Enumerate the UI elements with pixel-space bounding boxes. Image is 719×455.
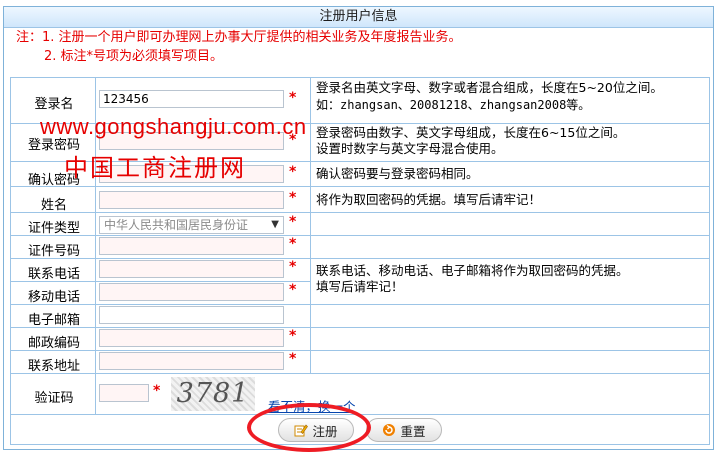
name-label: 姓名 [40,198,67,213]
required-mark: * [289,214,297,230]
required-mark: * [289,328,297,344]
contact-hint-2: 填写后请牢记！ [316,279,404,294]
phone-label: 联系电话 [27,267,80,282]
captcha-refresh-link[interactable]: 看不清，换一个 [268,396,356,415]
id-number-label: 证件号码 [27,244,80,259]
postcode-input[interactable] [99,329,284,347]
edit-icon [294,424,309,437]
required-mark: * [153,383,161,399]
password-hint-1: 登录密码由数字、英文字母组成，长度在6~15位之间。 [316,125,626,140]
address-input[interactable] [99,352,284,370]
password-hint-2: 设置时数字与英文字母混合使用。 [316,141,504,156]
reset-button[interactable]: 重置 [366,418,442,442]
required-mark: * [289,351,297,367]
notice-line-2: 2. 标注*号项为必须填写项目。 [44,49,224,64]
required-mark: * [289,259,297,275]
required-mark: * [289,164,297,180]
phone-input[interactable] [99,260,284,278]
watermark-name: 中国工商注册网 [64,154,246,182]
contact-hint-1: 联系电话、移动电话、电子邮箱将作为取回密码的凭据。 [316,263,629,278]
watermark-url: www.gongshangju.com.cn [40,114,307,139]
mobile-input[interactable] [99,283,284,301]
address-label: 联系地址 [27,359,80,374]
id-number-input[interactable] [99,237,284,255]
id-type-selected: 中华人民共和国居民身份证 [104,218,249,232]
confirm-password-hint: 确认密码要与登录密码相同。 [316,166,479,181]
required-mark: * [289,190,297,206]
reset-button-label: 重置 [400,423,426,439]
email-label: 电子邮箱 [27,313,80,328]
notice-line-1: 注：1. 注册一个用户即可办理网上办事大厅提供的相关业务及年度报告业务。 [16,30,462,45]
captcha-input[interactable] [99,384,149,402]
email-input[interactable] [99,306,284,324]
postcode-label: 邮政编码 [27,336,80,351]
reset-icon [383,424,396,436]
register-button[interactable]: 注册 [278,418,354,442]
required-mark: * [289,282,297,298]
login-name-label: 登录名 [34,97,74,112]
name-hint: 将作为取回密码的凭据。填写后请牢记！ [316,192,542,207]
register-button-label: 注册 [312,423,338,439]
panel-title: 注册用户信息 [4,7,713,28]
captcha-image[interactable]: 3781 [171,377,255,411]
captcha-label: 验证码 [34,391,74,406]
id-type-select[interactable]: 中华人民共和国居民身份证 ▼ [99,216,284,234]
dropdown-arrow-icon[interactable]: ▼ [271,217,279,233]
required-mark: * [289,90,297,106]
mobile-label: 移动电话 [27,290,80,305]
required-mark: * [289,236,297,252]
name-input[interactable] [99,191,284,209]
login-name-hint-1: 登录名由英文字母、数字或者混合组成，长度在5~20位之间。 [316,80,663,95]
id-type-label: 证件类型 [27,221,80,236]
login-name-hint-2: 如：zhangsan、20081218、zhangsan2008等。 [316,98,591,112]
notice: 注：1. 注册一个用户即可办理网上办事大厅提供的相关业务及年度报告业务。 2. … [16,28,462,66]
login-name-input[interactable] [99,90,284,108]
